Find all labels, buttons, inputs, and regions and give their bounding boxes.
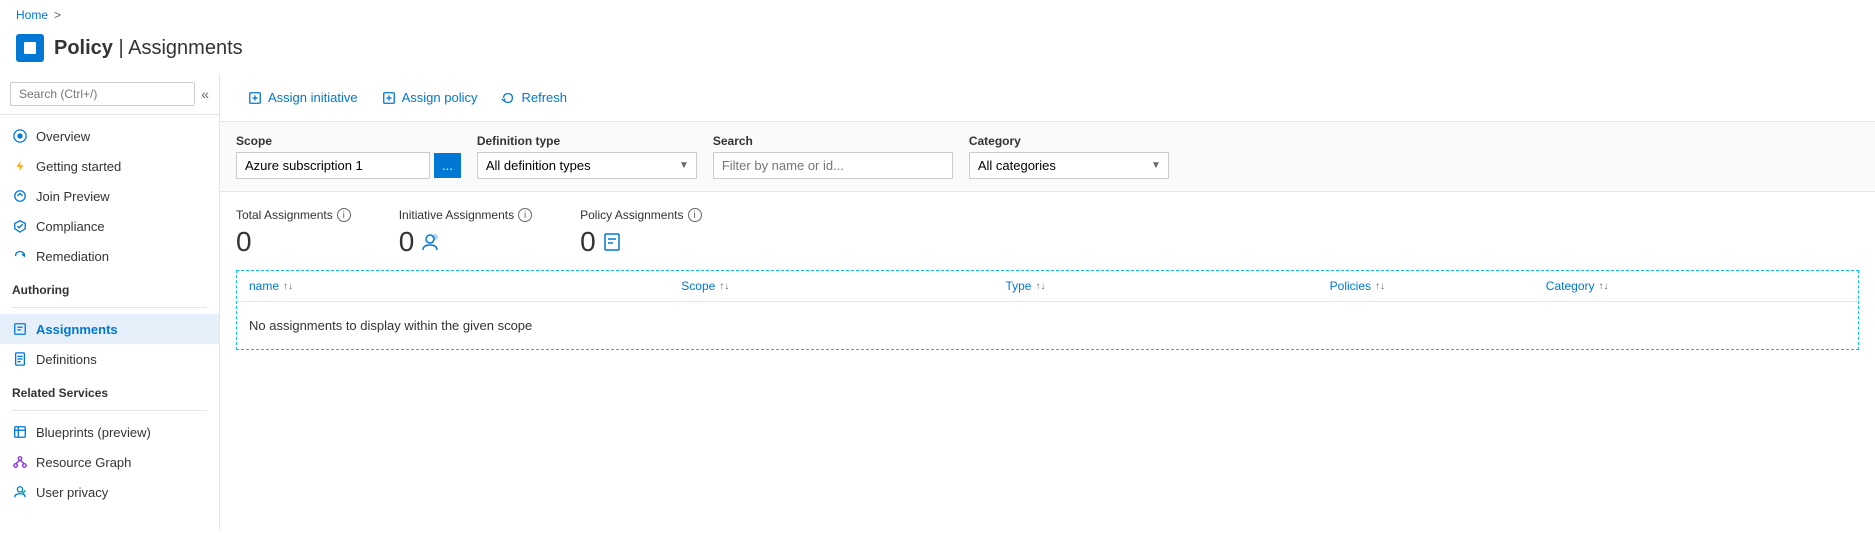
- total-assignments-stat: Total Assignments i 0: [236, 208, 351, 258]
- sort-scope-icon: ↑↓: [719, 281, 729, 292]
- assign-policy-button[interactable]: Assign policy: [370, 84, 490, 111]
- scope-picker-button[interactable]: ...: [434, 153, 461, 178]
- sidebar-item-label: Definitions: [36, 352, 97, 367]
- sidebar-item-label: Blueprints (preview): [36, 425, 151, 440]
- th-scope[interactable]: Scope ↑↓: [669, 271, 993, 301]
- user-privacy-icon: [12, 484, 28, 500]
- preview-icon: [12, 188, 28, 204]
- breadcrumb-separator: >: [54, 8, 61, 22]
- assignments-icon: [12, 321, 28, 337]
- blueprints-icon: [12, 424, 28, 440]
- overview-icon: [12, 128, 28, 144]
- sidebar-item-user-privacy[interactable]: User privacy: [0, 477, 219, 507]
- sidebar-item-overview[interactable]: Overview: [0, 121, 219, 151]
- lightning-icon: [12, 158, 28, 174]
- sidebar-item-remediation[interactable]: Remediation: [0, 241, 219, 271]
- total-assignments-value: 0: [236, 226, 351, 258]
- sidebar-item-label: Assignments: [36, 322, 118, 337]
- assignments-table: name ↑↓ Scope ↑↓ Type ↑↓ Policies ↑↓ Cat…: [236, 270, 1859, 350]
- authoring-section-label: Authoring: [0, 271, 219, 301]
- search-filter-input[interactable]: [713, 152, 953, 179]
- sidebar-item-label: User privacy: [36, 485, 108, 500]
- table-header: name ↑↓ Scope ↑↓ Type ↑↓ Policies ↑↓ Cat…: [237, 271, 1858, 302]
- sidebar-item-getting-started[interactable]: Getting started: [0, 151, 219, 181]
- sort-type-icon: ↑↓: [1035, 281, 1045, 292]
- sidebar-item-compliance[interactable]: Compliance: [0, 211, 219, 241]
- definition-type-select[interactable]: All definition types Policy Initiative: [477, 152, 697, 179]
- sidebar-nav: Overview Getting started Join Preview Co…: [0, 115, 219, 531]
- initiative-assignments-stat: Initiative Assignments i 0: [399, 208, 532, 258]
- assign-initiative-icon: [248, 91, 262, 105]
- related-divider: [12, 410, 207, 411]
- sidebar-collapse-button[interactable]: «: [201, 86, 209, 102]
- app-layout: « Overview Getting started Join Prev: [0, 74, 1875, 531]
- sidebar-item-resource-graph[interactable]: Resource Graph: [0, 447, 219, 477]
- sidebar-item-definitions[interactable]: Definitions: [0, 344, 219, 374]
- table-empty-message: No assignments to display within the giv…: [237, 302, 1858, 349]
- sidebar-item-blueprints[interactable]: Blueprints (preview): [0, 417, 219, 447]
- refresh-icon: [501, 91, 515, 105]
- sidebar-search-bar: «: [0, 74, 219, 115]
- category-select[interactable]: All categories Compute Network Storage S…: [969, 152, 1169, 179]
- sidebar-item-join-preview[interactable]: Join Preview: [0, 181, 219, 211]
- total-assignments-label: Total Assignments i: [236, 208, 351, 222]
- breadcrumb-home[interactable]: Home: [16, 8, 48, 22]
- initiative-info-icon[interactable]: i: [518, 208, 532, 222]
- scope-filter-group: Scope ...: [236, 134, 461, 179]
- scope-label: Scope: [236, 134, 461, 148]
- initiative-assignments-value: 0: [399, 226, 532, 258]
- sort-policies-icon: ↑↓: [1375, 281, 1385, 292]
- sort-category-icon: ↑↓: [1599, 281, 1609, 292]
- initiative-assignments-label: Initiative Assignments i: [399, 208, 532, 222]
- page-title: Policy | Assignments: [54, 37, 243, 60]
- authoring-divider: [12, 307, 207, 308]
- stats-bar: Total Assignments i 0 Initiative Assignm…: [220, 192, 1875, 270]
- th-category[interactable]: Category ↑↓: [1534, 271, 1858, 301]
- sidebar: « Overview Getting started Join Prev: [0, 74, 220, 531]
- sidebar-item-assignments[interactable]: Assignments: [0, 314, 219, 344]
- assign-policy-icon: [382, 91, 396, 105]
- search-input[interactable]: [10, 82, 195, 106]
- sidebar-item-label: Compliance: [36, 219, 105, 234]
- sidebar-item-label: Resource Graph: [36, 455, 131, 470]
- remediation-icon: [12, 248, 28, 264]
- toolbar: Assign initiative Assign policy Refresh: [220, 74, 1875, 122]
- refresh-button[interactable]: Refresh: [489, 84, 579, 111]
- definition-type-select-wrap: All definition types Policy Initiative ▼: [477, 152, 697, 179]
- page-title-bar: Policy | Assignments: [0, 30, 1875, 74]
- category-filter-group: Category All categories Compute Network …: [969, 134, 1169, 179]
- sidebar-item-label: Getting started: [36, 159, 121, 174]
- filter-bar: Scope ... Definition type All definition…: [220, 122, 1875, 192]
- search-filter-group: Search: [713, 134, 953, 179]
- resource-graph-icon: [12, 454, 28, 470]
- initiative-stat-icon: [420, 232, 440, 252]
- policy-assignments-value: 0: [580, 226, 701, 258]
- sidebar-item-label: Join Preview: [36, 189, 110, 204]
- policy-stat-icon: [602, 232, 622, 252]
- scope-input[interactable]: [236, 152, 430, 179]
- compliance-icon: [12, 218, 28, 234]
- category-select-wrap: All categories Compute Network Storage S…: [969, 152, 1169, 179]
- definitions-icon: [12, 351, 28, 367]
- sidebar-item-label: Remediation: [36, 249, 109, 264]
- assign-initiative-button[interactable]: Assign initiative: [236, 84, 370, 111]
- related-section-label: Related Services: [0, 374, 219, 404]
- total-info-icon[interactable]: i: [337, 208, 351, 222]
- page-icon: [16, 34, 44, 62]
- th-policies[interactable]: Policies ↑↓: [1318, 271, 1534, 301]
- definition-type-label: Definition type: [477, 134, 697, 148]
- definition-type-filter-group: Definition type All definition types Pol…: [477, 134, 697, 179]
- breadcrumb: Home >: [0, 0, 1875, 30]
- scope-input-wrap: ...: [236, 152, 461, 179]
- sort-name-icon: ↑↓: [283, 281, 293, 292]
- sidebar-item-label: Overview: [36, 129, 90, 144]
- policy-assignments-stat: Policy Assignments i 0: [580, 208, 701, 258]
- policy-assignments-label: Policy Assignments i: [580, 208, 701, 222]
- th-name[interactable]: name ↑↓: [237, 271, 669, 301]
- policy-info-icon[interactable]: i: [688, 208, 702, 222]
- main-content: Assign initiative Assign policy Refresh …: [220, 74, 1875, 531]
- th-type[interactable]: Type ↑↓: [993, 271, 1317, 301]
- category-label: Category: [969, 134, 1169, 148]
- search-filter-label: Search: [713, 134, 953, 148]
